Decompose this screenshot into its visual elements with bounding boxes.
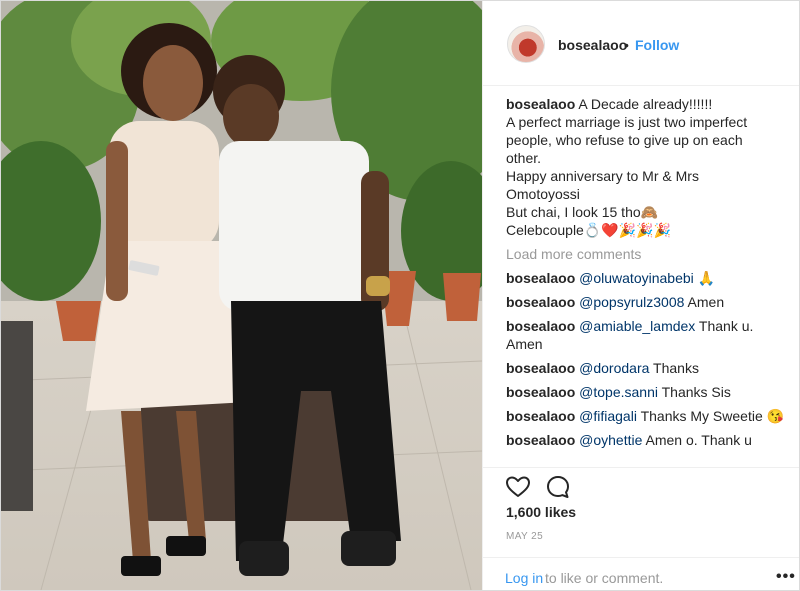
likes-count[interactable]: 1,600 likes xyxy=(506,504,576,520)
comment-mention[interactable]: @amiable_lamdex xyxy=(579,318,695,334)
comment-username[interactable]: bosealaoo xyxy=(506,432,575,448)
caption-username[interactable]: bosealaoo xyxy=(506,96,575,112)
comment-text: Thanks Sis xyxy=(657,384,731,400)
avatar[interactable] xyxy=(507,25,545,63)
comment-text: Thanks xyxy=(649,360,699,376)
caption-line: Omotoyossi xyxy=(506,186,580,202)
login-prompt-text: to like or comment. xyxy=(545,570,664,586)
post-actions: 1,600 likes MAY 25 Log in to like or com… xyxy=(483,467,799,590)
comment-username[interactable]: bosealaoo xyxy=(506,270,575,286)
comment-username[interactable]: bosealaoo xyxy=(506,318,575,334)
caption-line: people, who refuse to give up on each xyxy=(506,132,743,148)
comment-mention[interactable]: @oyhettie xyxy=(579,432,642,448)
comments-list[interactable]: bosealaoo A Decade already!!!!!! A perfe… xyxy=(506,95,786,467)
caption-line: But chai, I look 15 tho🙈 xyxy=(506,204,659,220)
comment-username[interactable]: bosealaoo xyxy=(506,384,575,400)
comment-item: bosealaoo @amiable_lamdex Thank u. Amen xyxy=(506,317,786,353)
comment-mention[interactable]: @oluwatoyinabebi xyxy=(579,270,694,286)
comment-item: bosealaoo @popsyrulz3008 Amen xyxy=(506,293,786,311)
post-frame: bosealaoo • Follow bosealaoo A Decade al… xyxy=(0,0,800,591)
comment-text: 🙏 xyxy=(693,270,716,286)
caption-line: A perfect marriage is just two imperfect xyxy=(506,114,748,130)
comment-text: Amen o. Thank u xyxy=(642,432,752,448)
more-options-icon[interactable]: ••• xyxy=(776,568,796,586)
load-more-comments-link[interactable]: Load more comments xyxy=(506,245,786,263)
comment-mention[interactable]: @dorodara xyxy=(579,360,649,376)
comment-item: bosealaoo @oyhettie Amen o. Thank u xyxy=(506,431,786,449)
comment-text: Amen xyxy=(684,294,725,310)
comment-username[interactable]: bosealaoo xyxy=(506,408,575,424)
post-side-panel: bosealaoo • Follow bosealaoo A Decade al… xyxy=(482,1,799,590)
caption-line: A Decade already!!!!!! xyxy=(578,96,713,112)
post-footer: Log in to like or comment. ••• xyxy=(483,557,799,590)
caption-line: Celebcouple💍❤️🎉🎉🎉 xyxy=(506,222,671,238)
heart-icon[interactable] xyxy=(505,474,531,500)
comment-item: bosealaoo @dorodara Thanks xyxy=(506,359,786,377)
caption: bosealaoo A Decade already!!!!!! A perfe… xyxy=(506,95,786,239)
caption-line: other. xyxy=(506,150,542,166)
comment-text: Thanks My Sweetie 😘 xyxy=(636,408,785,424)
comment-mention[interactable]: @fifiagali xyxy=(579,408,637,424)
caption-line: Happy anniversary to Mr & Mrs xyxy=(506,168,699,184)
header-separator: • xyxy=(624,37,629,53)
comment-item: bosealaoo @tope.sanni Thanks Sis xyxy=(506,383,786,401)
comment-item: bosealaoo @oluwatoyinabebi 🙏 xyxy=(506,269,786,287)
post-photo[interactable] xyxy=(1,1,482,590)
follow-button[interactable]: Follow xyxy=(635,37,679,53)
comment-icon[interactable] xyxy=(545,474,571,500)
comment-username[interactable]: bosealaoo xyxy=(506,360,575,376)
photo-illustration xyxy=(1,1,482,590)
login-link[interactable]: Log in xyxy=(505,570,543,586)
comment-mention[interactable]: @tope.sanni xyxy=(579,384,658,400)
post-header: bosealaoo • Follow xyxy=(483,1,799,86)
post-date: MAY 25 xyxy=(506,531,544,542)
comment-mention[interactable]: @popsyrulz3008 xyxy=(579,294,684,310)
comment-username[interactable]: bosealaoo xyxy=(506,294,575,310)
header-username[interactable]: bosealaoo xyxy=(558,37,627,53)
comment-item: bosealaoo @fifiagali Thanks My Sweetie 😘 xyxy=(506,407,786,425)
